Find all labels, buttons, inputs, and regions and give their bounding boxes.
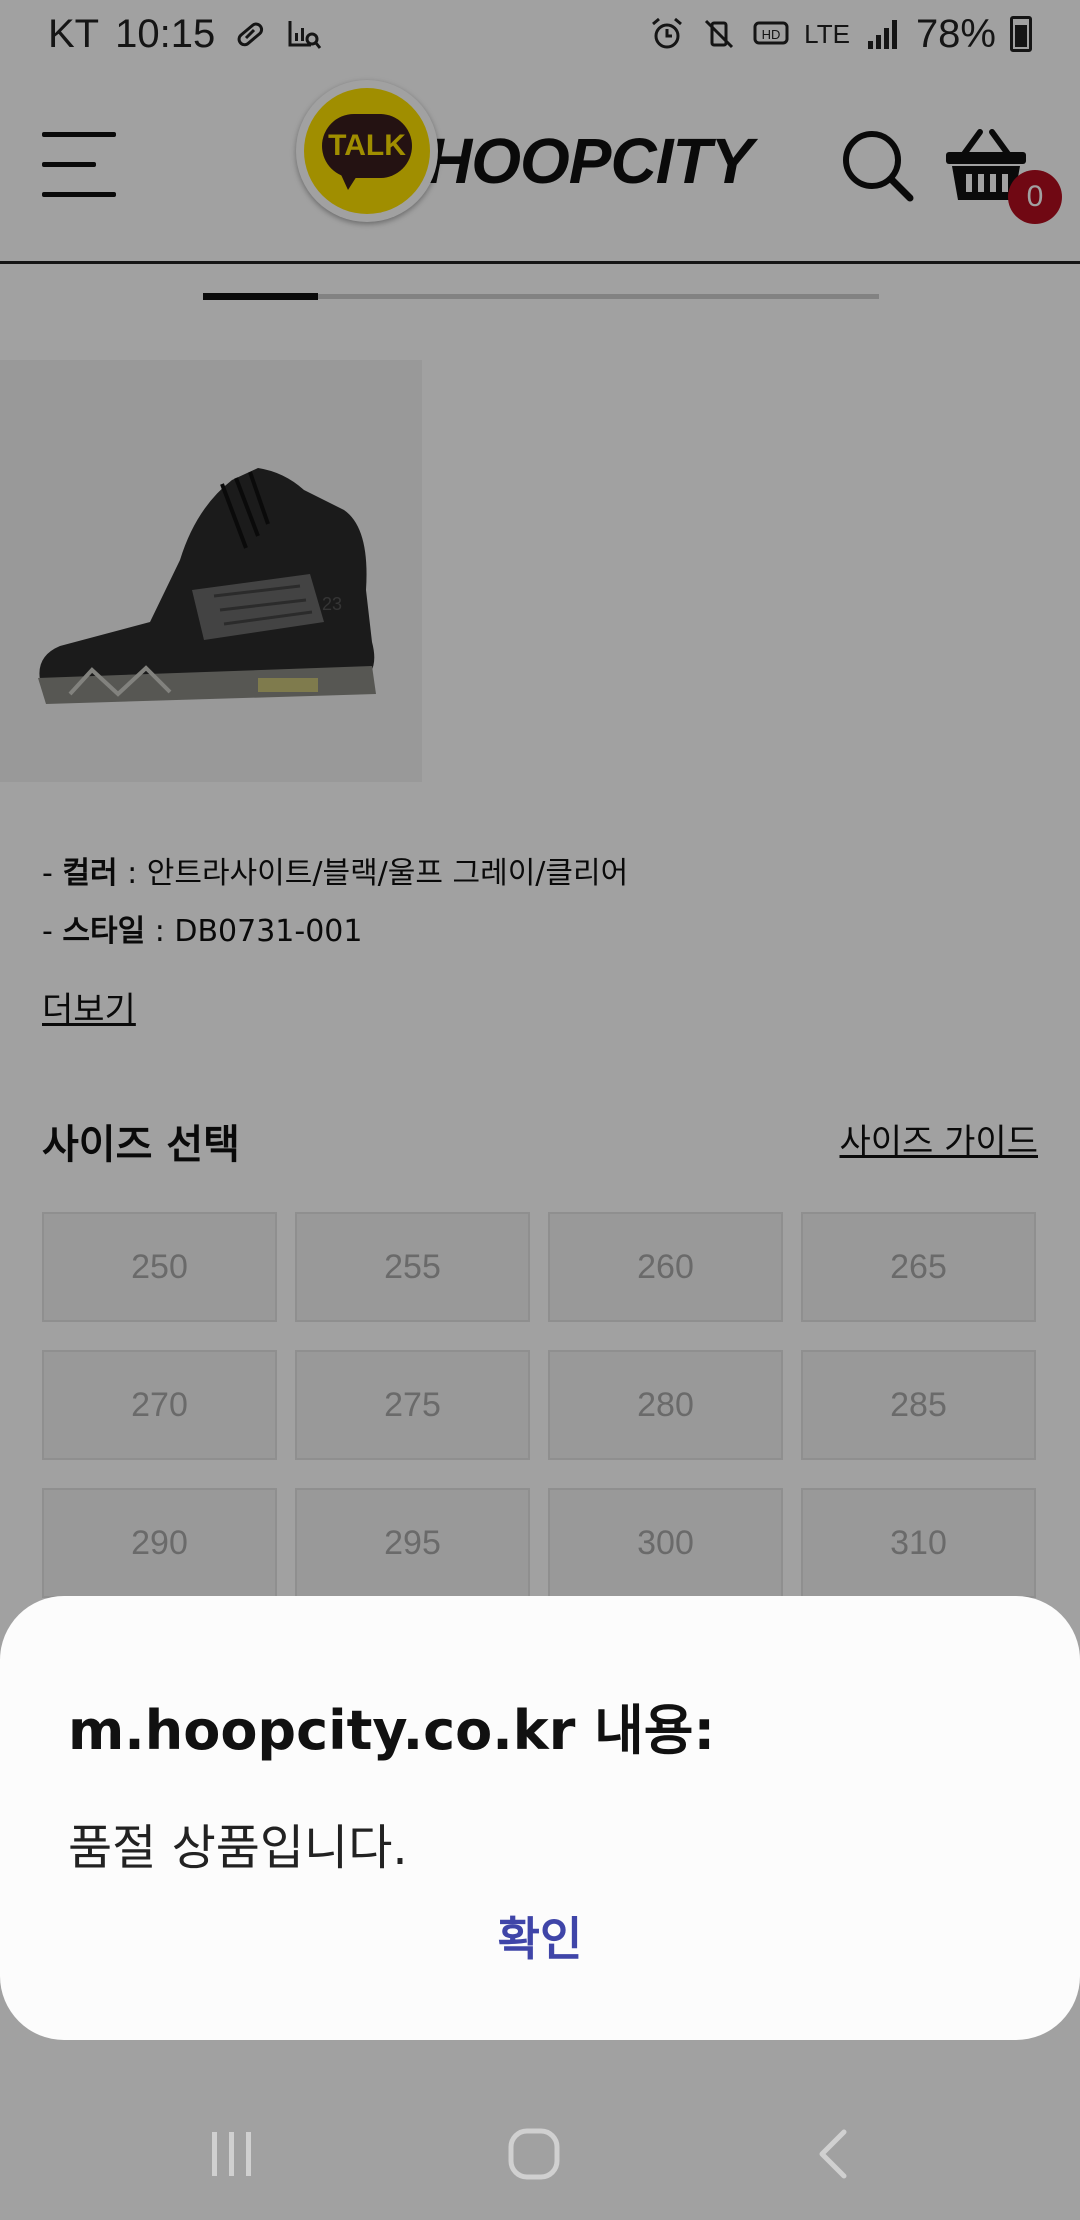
recent-apps-button[interactable] [182,2104,282,2204]
alert-dialog: m.hoopcity.co.kr 내용: 품절 상품입니다. 확인 [0,1596,1080,2040]
confirm-button[interactable]: 확인 [440,1896,640,1976]
back-icon [819,2129,847,2179]
system-nav-bar [0,2080,1080,2220]
home-icon [508,2128,560,2180]
dialog-message: 품절 상품입니다. [68,1820,408,1876]
home-button[interactable] [484,2104,584,2204]
recent-apps-icon [212,2132,251,2176]
dialog-title: m.hoopcity.co.kr 내용: [68,1699,716,1762]
back-button[interactable] [786,2104,886,2204]
